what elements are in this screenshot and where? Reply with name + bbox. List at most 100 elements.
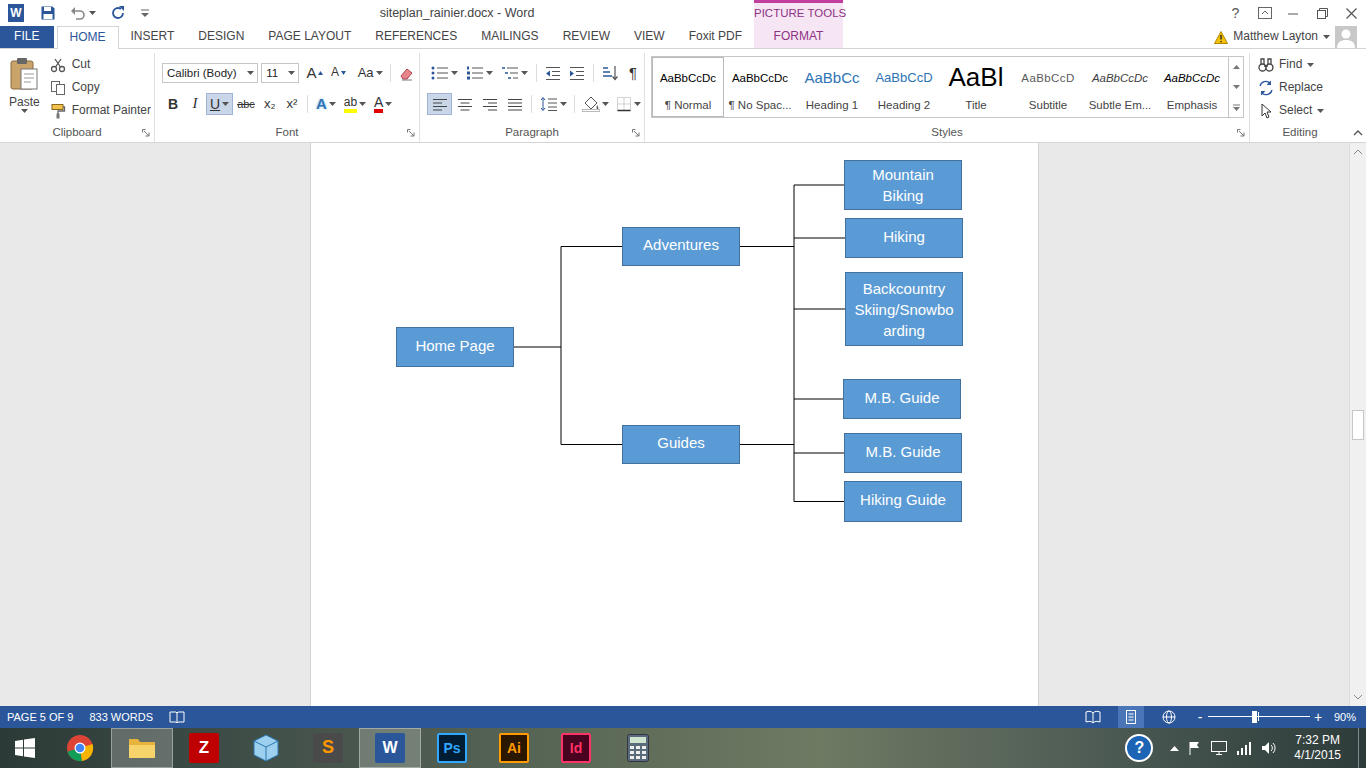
taskbar-app[interactable]: S (297, 728, 359, 768)
diagram-node[interactable]: M.B. Guide (843, 379, 961, 419)
taskbar-app[interactable] (607, 728, 669, 768)
scroll-up-icon[interactable] (1229, 57, 1243, 77)
proofing-icon[interactable] (169, 710, 185, 724)
ribbon-tab[interactable]: PAGE LAYOUT (256, 26, 363, 48)
diagram-node[interactable]: Home Page (396, 327, 514, 367)
diagram-node[interactable]: Adventures (622, 227, 740, 266)
taskbar-app[interactable] (235, 728, 297, 768)
taskbar-app[interactable]: Ps (421, 728, 483, 768)
align-button[interactable] (452, 93, 477, 115)
taskbar-app[interactable]: Ai (483, 728, 545, 768)
ribbon-tab[interactable]: REVIEW (551, 26, 622, 48)
paste-button[interactable]: Paste (4, 53, 45, 122)
sort-button[interactable] (598, 62, 622, 84)
scroll-thumb[interactable] (1352, 410, 1364, 440)
more-styles-icon[interactable] (1229, 97, 1243, 117)
view-button[interactable] (1080, 706, 1106, 728)
ribbon-tab[interactable]: Foxit PDF (677, 26, 754, 48)
clear-formatting-button[interactable] (395, 62, 419, 84)
diagram-node[interactable]: Guides (622, 425, 740, 464)
font-format-button[interactable]: U (206, 93, 233, 115)
clipboard-command[interactable]: Format Painter (47, 99, 154, 122)
dialog-launcher[interactable] (632, 129, 640, 137)
bullets-button[interactable] (427, 62, 462, 84)
taskbar-app[interactable]: Z (173, 728, 235, 768)
zoom-slider-thumb[interactable] (1252, 711, 1257, 723)
style-item[interactable]: AaBbCcDcEmphasis (1156, 57, 1228, 117)
scroll-down-button[interactable] (1350, 689, 1366, 706)
font-name-box[interactable]: Calibri (Body) (162, 63, 258, 83)
zoom-slider[interactable] (1208, 706, 1310, 728)
clipboard-command[interactable]: Copy (47, 76, 154, 99)
diagram-node[interactable]: Mountain Biking (844, 160, 962, 210)
zoom-level[interactable]: 90% (1324, 710, 1366, 724)
display-icon[interactable] (1211, 741, 1227, 755)
style-item[interactable]: AaBbCcHeading 1 (796, 57, 868, 117)
show-marks-button[interactable]: ¶ (622, 62, 644, 84)
font-format-button[interactable]: ab (340, 93, 370, 115)
scroll-down-icon[interactable] (1229, 77, 1243, 97)
font-format-button[interactable]: A (370, 93, 396, 115)
font-format-button[interactable]: A (312, 93, 340, 115)
dialog-launcher[interactable] (142, 129, 150, 137)
shrink-font-button[interactable]: A (327, 62, 350, 84)
action-center-flag-icon[interactable] (1188, 741, 1202, 755)
increase-indent-button[interactable] (565, 62, 589, 84)
account-area[interactable]: Matthew Layton (1214, 26, 1366, 48)
clipboard-command[interactable]: Cut (47, 53, 154, 76)
undo-button[interactable] (66, 2, 100, 24)
font-format-button[interactable]: abc (233, 93, 259, 115)
style-item[interactable]: AaBbCcDSubtitle (1012, 57, 1084, 117)
minimize-button[interactable] (1279, 0, 1308, 26)
editing-command[interactable]: Select (1258, 99, 1350, 122)
start-button[interactable] (0, 728, 49, 768)
taskbar-app[interactable] (111, 728, 173, 768)
font-format-button[interactable]: x² (281, 93, 303, 115)
ribbon-tab[interactable]: INSERT (119, 26, 187, 48)
font-size-box[interactable]: 11 (261, 63, 298, 83)
diagram-node[interactable]: Backcountry Skiing/Snowboarding (845, 272, 963, 346)
dialog-launcher[interactable] (407, 129, 415, 137)
restore-button[interactable] (1308, 0, 1337, 26)
change-case-button[interactable]: Aa (354, 62, 386, 84)
style-item[interactable]: AaBbCcDc¶ No Spac... (724, 57, 796, 117)
redo-button[interactable] (106, 2, 130, 24)
style-item[interactable]: AaBbCcDcSubtle Em... (1084, 57, 1156, 117)
ribbon-tab[interactable]: REFERENCES (363, 26, 469, 48)
ribbon-tab[interactable]: FILE (0, 26, 54, 48)
shading-button[interactable] (579, 93, 613, 115)
ribbon-tab[interactable]: DESIGN (186, 26, 256, 48)
style-item[interactable]: AaBbCcDHeading 2 (868, 57, 940, 117)
taskbar-app[interactable]: W (359, 728, 421, 768)
line-spacing-button[interactable] (536, 93, 570, 115)
taskbar-app[interactable]: Id (545, 728, 607, 768)
style-item[interactable]: AaBlTitle (940, 57, 1012, 117)
style-item[interactable]: AaBbCcDc¶ Normal (652, 57, 724, 117)
dropdown-arrow-icon[interactable] (376, 71, 383, 75)
borders-button[interactable] (612, 93, 644, 115)
collapse-ribbon[interactable] (1350, 49, 1366, 142)
zoom-out-button[interactable]: - (1194, 706, 1206, 728)
word-count[interactable]: 833 WORDS (89, 710, 153, 724)
network-icon[interactable] (1236, 741, 1252, 755)
save-button[interactable] (36, 2, 60, 24)
help-icon[interactable]: ? (1125, 734, 1153, 762)
help-button[interactable]: ? (1221, 0, 1250, 26)
numbering-button[interactable] (462, 62, 497, 84)
volume-icon[interactable] (1261, 741, 1277, 755)
clock[interactable]: 7:32 PM4/1/2015 (1286, 733, 1349, 763)
font-format-button[interactable]: B (162, 93, 184, 115)
multilevel-list-button[interactable] (497, 62, 532, 84)
align-button[interactable] (427, 93, 452, 115)
zoom-in-button[interactable]: + (1312, 706, 1324, 728)
grow-font-button[interactable]: A (303, 62, 328, 84)
ribbon-tab[interactable]: FORMAT (754, 26, 843, 48)
editing-command[interactable]: Find (1258, 53, 1350, 76)
decrease-indent-button[interactable] (541, 62, 565, 84)
show-hidden-icons-icon[interactable] (1170, 746, 1179, 751)
font-format-button[interactable]: I (184, 93, 206, 115)
diagram-node[interactable]: M.B. Guide (844, 433, 962, 473)
ribbon-tab[interactable]: VIEW (622, 26, 677, 48)
diagram-node[interactable]: Hiking Guide (844, 481, 962, 522)
taskbar-app[interactable] (49, 728, 111, 768)
